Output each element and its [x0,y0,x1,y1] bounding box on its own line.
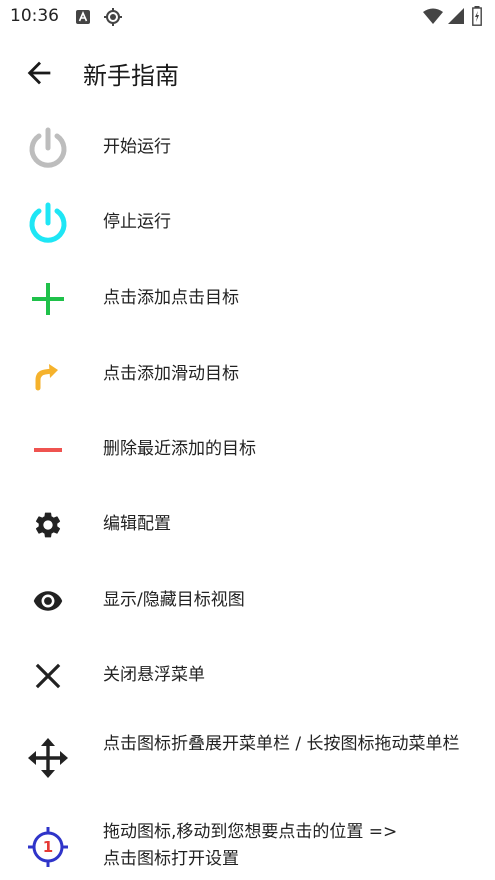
guide-item-start: 开始运行 [0,126,495,170]
guide-item-target: 1 拖动图标,移动到您想要点击的位置 =>点击图标打开设置 [0,817,495,877]
power-on-icon [29,202,67,243]
move-icon [28,738,68,778]
guide-text: 编辑配置 [103,514,171,534]
back-button[interactable] [22,56,56,90]
guide-item-add-swipe: 点击添加滑动目标 [0,353,495,397]
target-icon-wrapper: 1 [26,825,70,869]
power-off-icon [29,127,67,168]
guide-item-stop: 停止运行 [0,201,495,245]
guide-text: 开始运行 [103,137,171,157]
guide-item-settings: 编辑配置 [0,503,495,547]
guide-item-add-tap: 点击添加点击目标 [0,277,495,321]
guide-item-remove: 删除最近添加的目标 [0,428,495,472]
page-title: 新手指南 [83,62,179,90]
guide-text: 删除最近添加的目标 [103,439,256,459]
app-bar: 新手指南 [0,34,495,110]
gps-icon [104,8,122,26]
minus-icon [34,448,62,452]
battery-charging-icon [472,6,482,26]
arrow-back-icon [27,61,51,85]
guide-item-toggle-view: 显示/隐藏目标视图 [0,579,495,623]
guide-text: 点击图标折叠展开菜单栏 / 长按图标拖动菜单栏 [103,734,460,754]
guide-text: 拖动图标,移动到您想要点击的位置 =>点击图标打开设置 [103,822,398,869]
guide-item-close: 关闭悬浮菜单 [0,654,495,698]
close-icon [35,663,61,689]
eye-icon [33,591,63,611]
guide-text: 显示/隐藏目标视图 [103,590,245,610]
wifi-icon [423,8,443,24]
target-number: 1 [42,838,54,856]
gear-icon [35,512,61,538]
a-notification-icon [76,10,90,24]
signal-icon [448,8,464,24]
status-time: 10:36 [10,6,59,26]
guide-text: 点击添加滑动目标 [103,364,239,384]
guide-item-menu-bar: 点击图标折叠展开菜单栏 / 长按图标拖动菜单栏 [0,730,495,790]
swipe-arrow-icon [35,364,58,391]
plus-icon [32,283,64,315]
guide-text: 点击添加点击目标 [103,288,239,308]
status-bar: 10:36 [0,0,495,34]
guide-text: 关闭悬浮菜单 [103,665,205,685]
guide-text: 停止运行 [103,212,171,232]
